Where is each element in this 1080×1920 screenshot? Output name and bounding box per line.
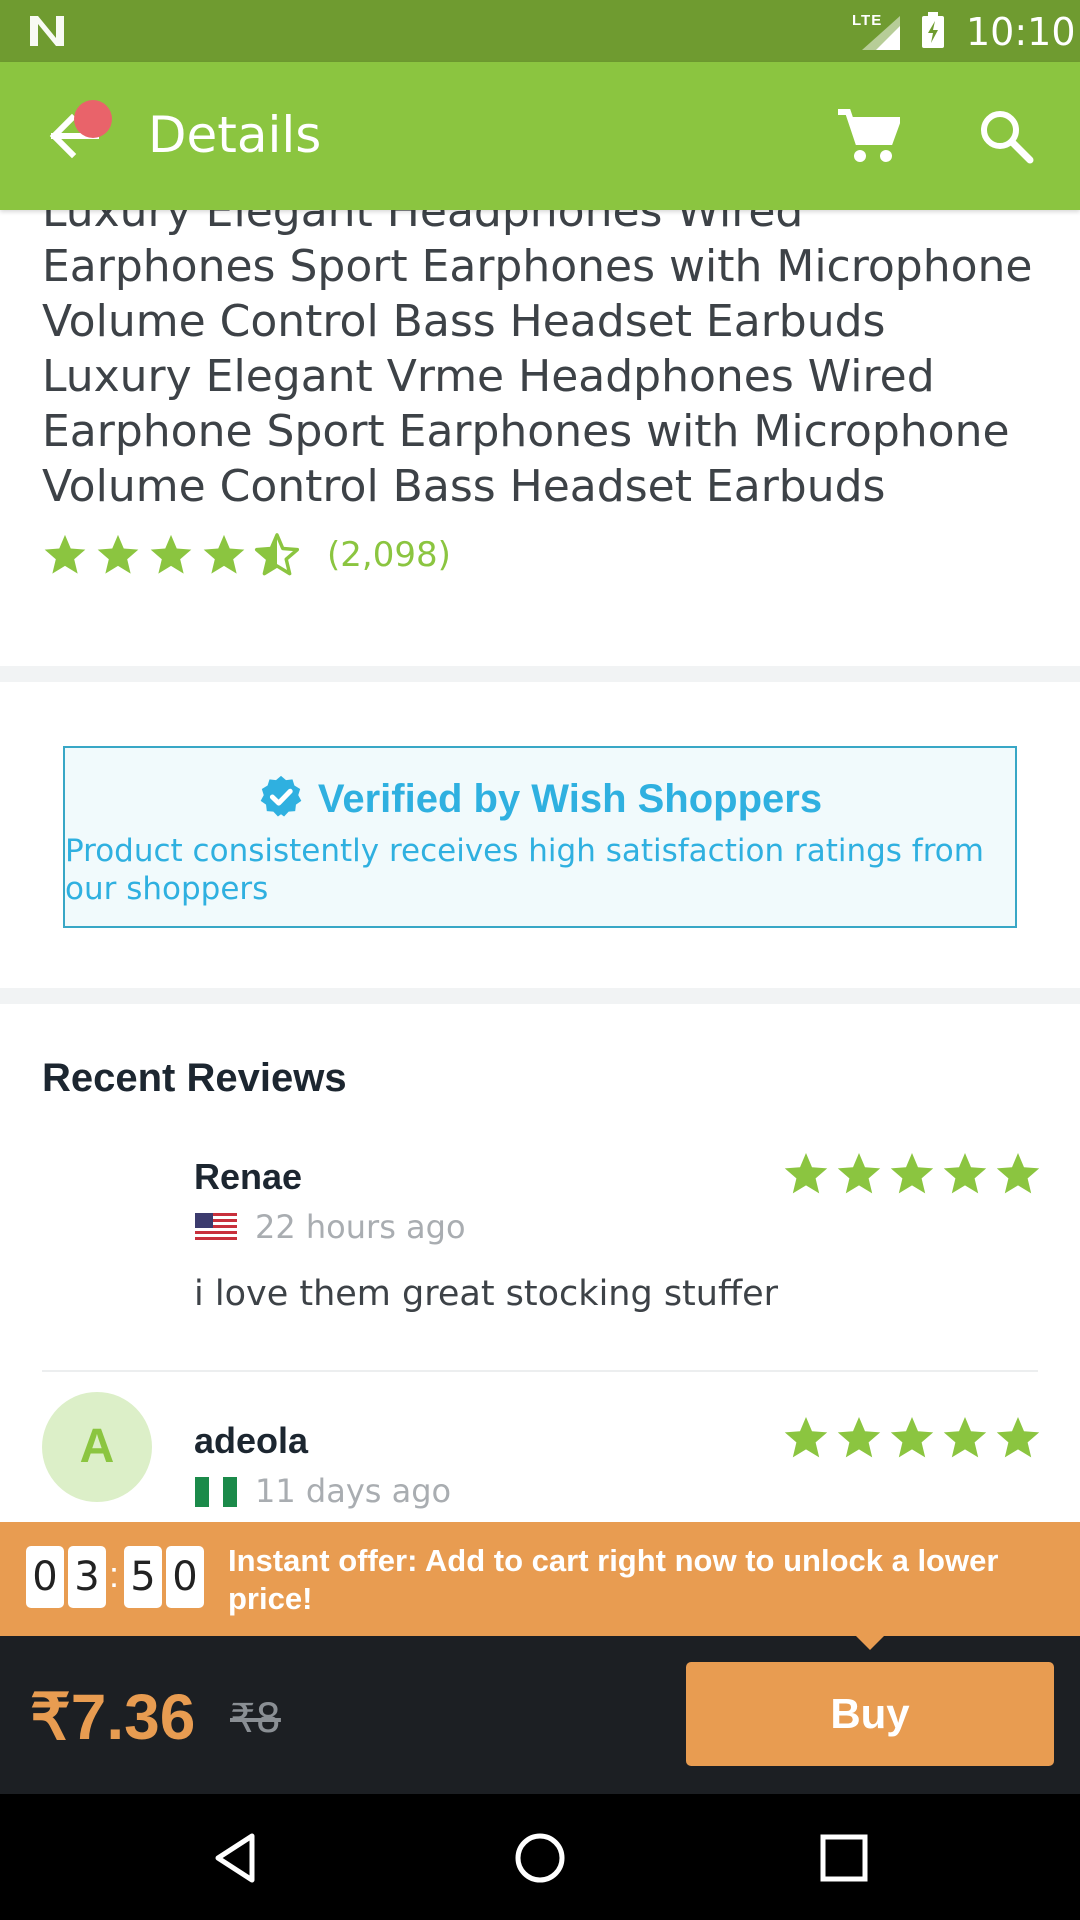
original-price: ₹8 [230, 1696, 281, 1742]
reviewer-name: adeola [194, 1420, 309, 1461]
search-icon[interactable] [978, 108, 1034, 164]
avatar: A [42, 1392, 152, 1502]
star-filled-icon [203, 534, 245, 574]
instant-offer-banner[interactable]: 0 3 : 5 0 Instant offer: Add to cart rig… [0, 1522, 1080, 1650]
section-divider [0, 988, 1080, 1004]
timer-digit: 0 [166, 1546, 204, 1608]
app-bar: Details [0, 62, 1080, 210]
star-filled-icon [943, 1153, 987, 1194]
nigeria-flag-icon [195, 1477, 237, 1507]
verified-heading: Verified by Wish Shoppers [65, 774, 1015, 822]
nav-recents-icon[interactable] [816, 1830, 872, 1886]
star-filled-icon [97, 534, 139, 574]
product-details-content[interactable]: Luxury Elegant Headphones Wired Earphone… [0, 210, 1080, 1522]
verified-subtitle: Product consistently receives high satis… [65, 833, 984, 907]
timer-separator: : [108, 1554, 119, 1595]
review-text: i love them great stocking stuffer [194, 1274, 778, 1314]
product-description: Luxury Elegant Headphones Wired Earphone… [42, 210, 1033, 512]
offer-pointer [854, 1634, 886, 1650]
star-filled-icon [837, 1153, 881, 1194]
buy-button[interactable]: Buy [686, 1662, 1054, 1766]
review-time: 11 days ago [255, 1472, 452, 1510]
timer-digit: 3 [68, 1546, 106, 1608]
cart-icon[interactable] [836, 106, 900, 166]
review-stars [782, 1414, 1047, 1462]
section-divider [0, 666, 1080, 682]
star-filled-icon [150, 534, 192, 574]
signal-icon [862, 16, 900, 50]
clock: 10:10 [966, 10, 1076, 54]
system-nav-bar [0, 1794, 1080, 1920]
us-flag-icon [195, 1213, 237, 1243]
review-stars [782, 1150, 1047, 1198]
notification-n-icon [30, 16, 64, 46]
verified-check-icon [260, 775, 302, 817]
star-filled-icon [784, 1417, 828, 1458]
star-filled-icon [890, 1417, 934, 1458]
nav-back-icon[interactable] [208, 1830, 264, 1886]
star-filled-icon [890, 1153, 934, 1194]
battery-charging-icon [922, 12, 944, 48]
nav-home-icon[interactable] [512, 1830, 568, 1886]
page-title: Details [148, 106, 322, 164]
recent-reviews-heading: Recent Reviews [42, 1056, 347, 1100]
offer-message: Instant offer: Add to cart right now to … [228, 1543, 999, 1616]
review-divider [42, 1370, 1038, 1372]
reviewer-name: Renae [194, 1156, 303, 1197]
verified-title: Verified by Wish Shoppers [317, 777, 823, 821]
timer-digit: 5 [124, 1546, 162, 1608]
current-price: ₹7.36 [30, 1681, 196, 1753]
star-filled-icon [943, 1417, 987, 1458]
star-filled-icon [996, 1417, 1040, 1458]
status-bar: LTE 10:10 [0, 0, 1080, 62]
rating-count: (2,098) [327, 535, 451, 575]
purchase-bar: ₹7.36 ₹8 Buy [0, 1636, 1080, 1794]
star-filled-icon [44, 534, 86, 574]
timer-digit: 0 [26, 1546, 64, 1608]
star-filled-icon [784, 1153, 828, 1194]
product-rating[interactable]: (2,098) [42, 530, 451, 580]
star-filled-icon [837, 1417, 881, 1458]
star-filled-icon [996, 1153, 1040, 1194]
review-time: 22 hours ago [255, 1208, 466, 1246]
verified-badge-box: Verified by Wish Shoppers Product consis… [63, 746, 1017, 928]
star-half-icon [254, 533, 300, 576]
notification-badge [74, 100, 112, 138]
